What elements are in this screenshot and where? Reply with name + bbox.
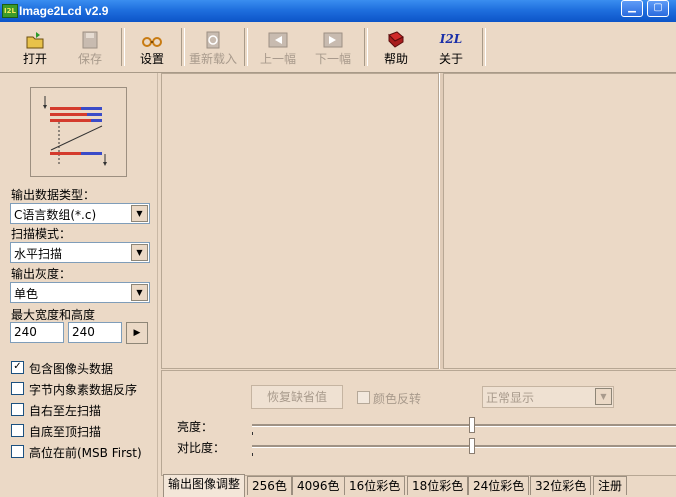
dropdown-arrow-icon[interactable]: ▼ [595, 388, 612, 405]
scan-mode-label: 扫描模式： [11, 227, 72, 241]
tab-register[interactable]: 注册 [593, 476, 628, 495]
msb-first-checkbox[interactable] [11, 445, 24, 458]
help-book-icon [388, 31, 404, 48]
gray-level-label: 输出灰度： [11, 267, 72, 281]
scan-mode-preview [30, 87, 127, 177]
open-button[interactable]: 打开 [8, 22, 62, 70]
tab-4096-color[interactable]: 4096色 [292, 476, 345, 495]
reverse-byte-checkbox[interactable] [11, 382, 24, 395]
gray-level-select[interactable]: 单色 ▼ [10, 282, 150, 303]
tab-24bit-color[interactable]: 24位彩色 [468, 476, 530, 495]
dropdown-arrow-icon[interactable]: ▼ [131, 205, 148, 222]
tab-16bit-color[interactable]: 16位彩色 [344, 476, 406, 495]
toolbar-separator [244, 28, 248, 66]
next-icon [323, 32, 343, 48]
glasses-icon [142, 37, 162, 47]
tab-32bit-color[interactable]: 32位彩色 [530, 476, 592, 495]
toolbar-separator [364, 28, 368, 66]
next-image-button[interactable]: 下一幅 [306, 22, 360, 70]
window-title: Image2Lcd v2.9 [19, 4, 109, 18]
invert-color-label: 颜色反转 [373, 392, 422, 406]
about-logo-icon: I2L [439, 32, 463, 46]
tab-18bit-color[interactable]: 18位彩色 [407, 476, 469, 495]
max-width-input[interactable]: 240 [10, 322, 64, 343]
prev-icon [268, 32, 288, 48]
max-width-value: 240 [14, 325, 37, 339]
reload-icon [206, 31, 220, 49]
brightness-tick [252, 432, 253, 435]
checkbox-label: 自右至左扫描 [29, 404, 102, 418]
scan-mode-select[interactable]: 水平扫描 ▼ [10, 242, 150, 263]
bottom-to-top-checkbox[interactable] [11, 424, 24, 437]
reload-label: 重新载入 [188, 52, 237, 66]
scan-mode-value: 水平扫描 [14, 247, 63, 261]
checkbox-label: 包含图像头数据 [29, 362, 114, 376]
open-label: 打开 [22, 52, 47, 66]
output-type-label: 输出数据类型： [11, 188, 96, 202]
tab-256-color[interactable]: 256色 [247, 476, 292, 495]
contrast-tick [252, 453, 253, 456]
contrast-track[interactable] [252, 445, 676, 448]
apply-size-button[interactable]: ▶ [126, 322, 148, 344]
next-image-label: 下一幅 [314, 52, 351, 66]
help-label: 帮助 [383, 52, 408, 66]
display-mode-value: 正常显示 [486, 391, 535, 405]
display-mode-select[interactable]: 正常显示 ▼ [482, 386, 614, 408]
play-arrow-icon: ▶ [133, 328, 141, 338]
brightness-track[interactable] [252, 424, 676, 427]
settings-label: 设置 [139, 52, 164, 66]
dropdown-arrow-icon[interactable]: ▼ [131, 244, 148, 261]
floppy-disk-icon [82, 31, 98, 49]
gray-level-value: 单色 [14, 287, 39, 301]
max-size-label: 最大宽度和高度 [11, 308, 96, 322]
help-button[interactable]: 帮助 [369, 22, 423, 70]
tab-output-adjust[interactable]: 输出图像调整 [163, 474, 246, 497]
max-height-input[interactable]: 240 [68, 322, 122, 343]
maximize-button[interactable]: ▢ [647, 0, 669, 17]
settings-button[interactable]: 设置 [125, 22, 179, 70]
contrast-label: 对比度： [177, 441, 226, 455]
open-folder-icon [26, 32, 44, 49]
toolbar-separator [181, 28, 185, 66]
save-label: 保存 [77, 52, 102, 66]
dropdown-arrow-icon[interactable]: ▼ [131, 284, 148, 301]
about-label: 关于 [438, 52, 463, 66]
checkbox-label: 字节内象素数据反序 [29, 383, 138, 397]
about-button[interactable]: I2L 关于 [424, 22, 478, 70]
toolbar-separator [482, 28, 486, 66]
prev-image-label: 上一幅 [259, 52, 296, 66]
right-to-left-checkbox[interactable] [11, 403, 24, 416]
save-button[interactable]: 保存 [63, 22, 117, 70]
contrast-slider-thumb[interactable] [469, 438, 475, 454]
source-image-pane[interactable] [161, 73, 439, 369]
brightness-slider-thumb[interactable] [469, 417, 475, 433]
output-type-value: C语言数组(*.c) [14, 208, 97, 222]
minimize-button[interactable]: ▁ [621, 0, 643, 17]
prev-image-button[interactable]: 上一幅 [251, 22, 305, 70]
header-data-checkbox[interactable]: ✓ [11, 361, 24, 374]
output-type-select[interactable]: C语言数组(*.c) ▼ [10, 203, 150, 224]
toolbar: 打开 保存 设置 重新载入 上一幅 下一幅 帮助 I2L 关于 [0, 22, 676, 73]
output-image-pane[interactable] [443, 73, 676, 369]
checkbox-label: 自底至顶扫描 [29, 425, 102, 439]
invert-color-checkbox[interactable] [357, 391, 370, 404]
app-icon: I2L [2, 4, 18, 18]
brightness-label: 亮度： [177, 420, 214, 434]
reload-button[interactable]: 重新载入 [186, 22, 240, 70]
scan-direction-icon [43, 96, 107, 166]
restore-default-button[interactable]: 恢复缺省值 [251, 385, 343, 409]
max-height-value: 240 [72, 325, 95, 339]
checkbox-label: 高位在前(MSB First) [29, 446, 142, 460]
